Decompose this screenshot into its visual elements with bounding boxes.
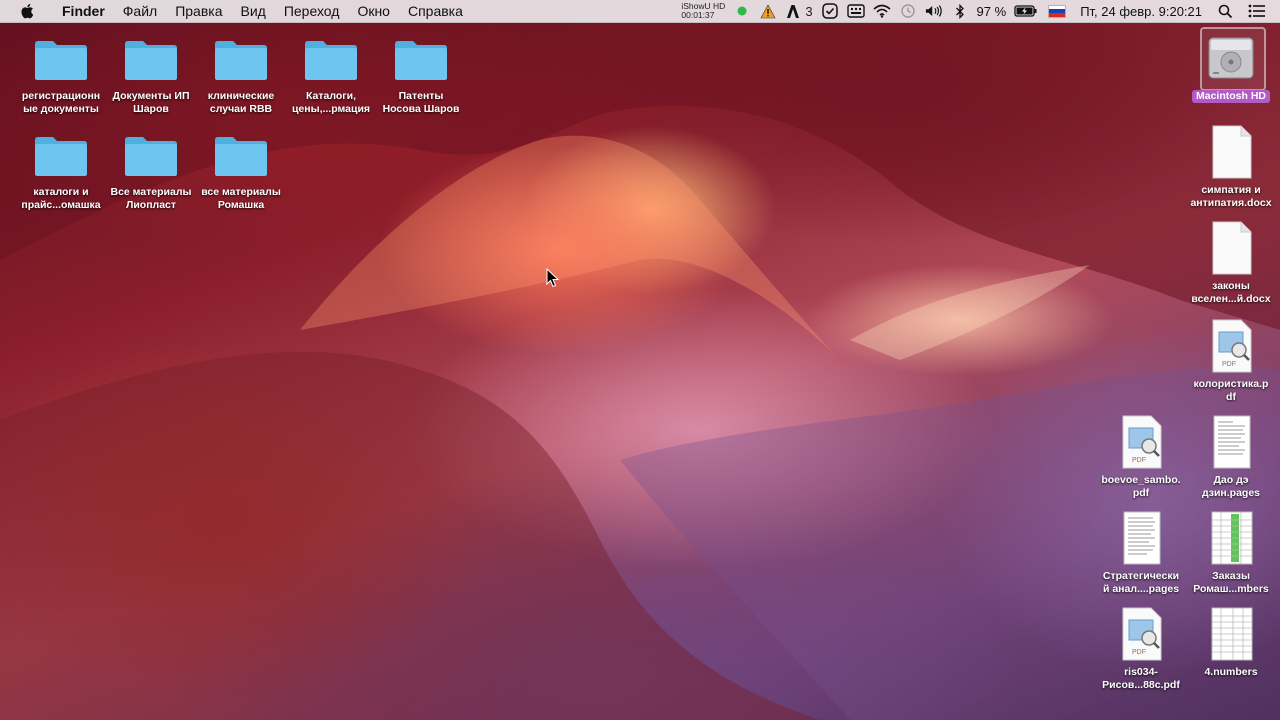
- adobe-updates-count: 3: [805, 3, 813, 19]
- clock-datetime[interactable]: Пт, 24 февр. 9:20:21: [1080, 4, 1202, 19]
- desktop-file-numbers[interactable]: 4.numbers: [1186, 606, 1276, 679]
- folder-label: Каталоги, цены,...рмация: [291, 90, 371, 115]
- desktop-file-numbers[interactable]: Заказы Ромаш...mbers: [1186, 510, 1276, 596]
- folder-icon: [33, 134, 89, 182]
- drive-label: Macintosh HD: [1191, 90, 1270, 103]
- file-label: Стратегически й анал....pages: [1102, 570, 1180, 595]
- recorder-status[interactable]: iShowU HD 00:01:37: [681, 2, 725, 20]
- record-dot-icon[interactable]: [733, 3, 751, 19]
- desktop-folder[interactable]: Все материалы Лиопласт: [106, 134, 196, 212]
- desktop-file-pages[interactable]: Стратегически й анал....pages: [1096, 510, 1186, 596]
- desktop-folder[interactable]: Каталоги, цены,...рмация: [286, 38, 376, 116]
- menu-file[interactable]: Файл: [114, 0, 166, 22]
- desktop-folder[interactable]: Документы ИП Шаров: [106, 38, 196, 116]
- file-label: 4.numbers: [1204, 666, 1258, 678]
- keyboard-layout-icon[interactable]: [846, 3, 865, 19]
- file-label: законы вселен...й.docx: [1191, 280, 1271, 305]
- desktop-file-pdf[interactable]: PDF ris034- Рисов...88c.pdf: [1096, 606, 1186, 692]
- file-label: Заказы Ромаш...mbers: [1193, 570, 1269, 595]
- checkmark-circle-icon[interactable]: [821, 3, 839, 19]
- pages-document-icon: [1203, 414, 1259, 470]
- folder-label: Патенты Носова Шаров: [382, 90, 460, 115]
- folder-icon: [213, 38, 269, 86]
- input-source-flag-icon[interactable]: [1048, 4, 1067, 18]
- file-label: колористика.p df: [1193, 378, 1269, 403]
- desktop-folder[interactable]: регистрационн ые документы: [16, 38, 106, 116]
- desktop-folder[interactable]: все материалы Ромашка: [196, 134, 286, 212]
- numbers-spreadsheet-icon: [1203, 510, 1259, 566]
- desktop-file-docx[interactable]: симпатия и антипатия.docx: [1186, 124, 1276, 210]
- time-machine-icon[interactable]: [899, 3, 917, 19]
- folder-icon: [123, 134, 179, 182]
- menu-window[interactable]: Окно: [348, 0, 399, 22]
- desktop-file-docx[interactable]: законы вселен...й.docx: [1186, 220, 1276, 306]
- desktop-folder[interactable]: каталоги и прайс...омашка: [16, 134, 106, 212]
- battery-charging-icon[interactable]: [1014, 3, 1038, 19]
- folder-label: клинические случаи RBB: [207, 90, 275, 115]
- warning-icon[interactable]: [759, 3, 777, 19]
- adobe-updates-icon[interactable]: 3: [785, 3, 813, 19]
- file-label: Дао дэ дзин.pages: [1201, 474, 1261, 499]
- notification-center-icon[interactable]: [1248, 3, 1266, 19]
- wifi-icon[interactable]: [873, 3, 891, 19]
- folder-label: Все материалы Лиопласт: [110, 186, 192, 211]
- folder-icon: [123, 38, 179, 86]
- desktop-drive-macintosh-hd[interactable]: Macintosh HD: [1186, 30, 1276, 103]
- battery-percent[interactable]: 97 %: [977, 4, 1007, 19]
- file-label: boevoe_sambo. pdf: [1101, 474, 1181, 499]
- bluetooth-icon[interactable]: [951, 3, 969, 19]
- hard-drive-icon: [1203, 30, 1259, 86]
- desktop-folder[interactable]: Патенты Носова Шаров: [376, 38, 466, 116]
- folder-label: все материалы Ромашка: [201, 186, 281, 211]
- desktop-file-pdf[interactable]: PDF колористика.p df: [1186, 318, 1276, 404]
- spotlight-search-icon[interactable]: [1216, 3, 1234, 19]
- menu-edit[interactable]: Правка: [166, 0, 231, 22]
- folder-icon: [33, 38, 89, 86]
- file-label: ris034- Рисов...88c.pdf: [1102, 666, 1180, 691]
- folder-icon: [213, 134, 269, 182]
- folder-icon: [393, 38, 449, 86]
- pages-document-icon: [1113, 510, 1169, 566]
- menu-help[interactable]: Справка: [399, 0, 472, 22]
- pdf-document-icon: PDF: [1113, 606, 1169, 662]
- document-icon: [1203, 220, 1259, 276]
- recorder-time: 00:01:37: [681, 10, 715, 20]
- pdf-document-icon: PDF: [1203, 318, 1259, 374]
- pdf-tag: PDF: [1222, 361, 1236, 368]
- mouse-pointer-icon: [546, 268, 560, 288]
- desktop-file-pages[interactable]: Дао дэ дзин.pages: [1186, 414, 1276, 500]
- menu-view[interactable]: Вид: [232, 0, 275, 22]
- menu-go[interactable]: Переход: [275, 0, 349, 22]
- folder-icon: [303, 38, 359, 86]
- pdf-document-icon: PDF: [1113, 414, 1169, 470]
- menu-app-finder[interactable]: Finder: [53, 0, 114, 22]
- desktop-file-pdf[interactable]: PDF boevoe_sambo. pdf: [1096, 414, 1186, 500]
- pdf-tag: PDF: [1132, 649, 1146, 656]
- pdf-tag: PDF: [1132, 457, 1146, 464]
- folder-label: регистрационн ые документы: [21, 90, 101, 115]
- numbers-spreadsheet-icon: [1203, 606, 1259, 662]
- status-area: iShowU HD 00:01:37 3 97 % Пт, 24 февр. 9…: [681, 0, 1280, 22]
- folder-label: каталоги и прайс...омашка: [21, 186, 101, 211]
- document-icon: [1203, 124, 1259, 180]
- file-label: симпатия и антипатия.docx: [1190, 184, 1272, 209]
- volume-icon[interactable]: [925, 3, 943, 19]
- folder-label: Документы ИП Шаров: [112, 90, 190, 115]
- menu-bar: Finder Файл Правка Вид Переход Окно Спра…: [0, 0, 1280, 23]
- desktop-folder[interactable]: клинические случаи RBB: [196, 38, 286, 116]
- apple-logo-icon[interactable]: [19, 2, 37, 20]
